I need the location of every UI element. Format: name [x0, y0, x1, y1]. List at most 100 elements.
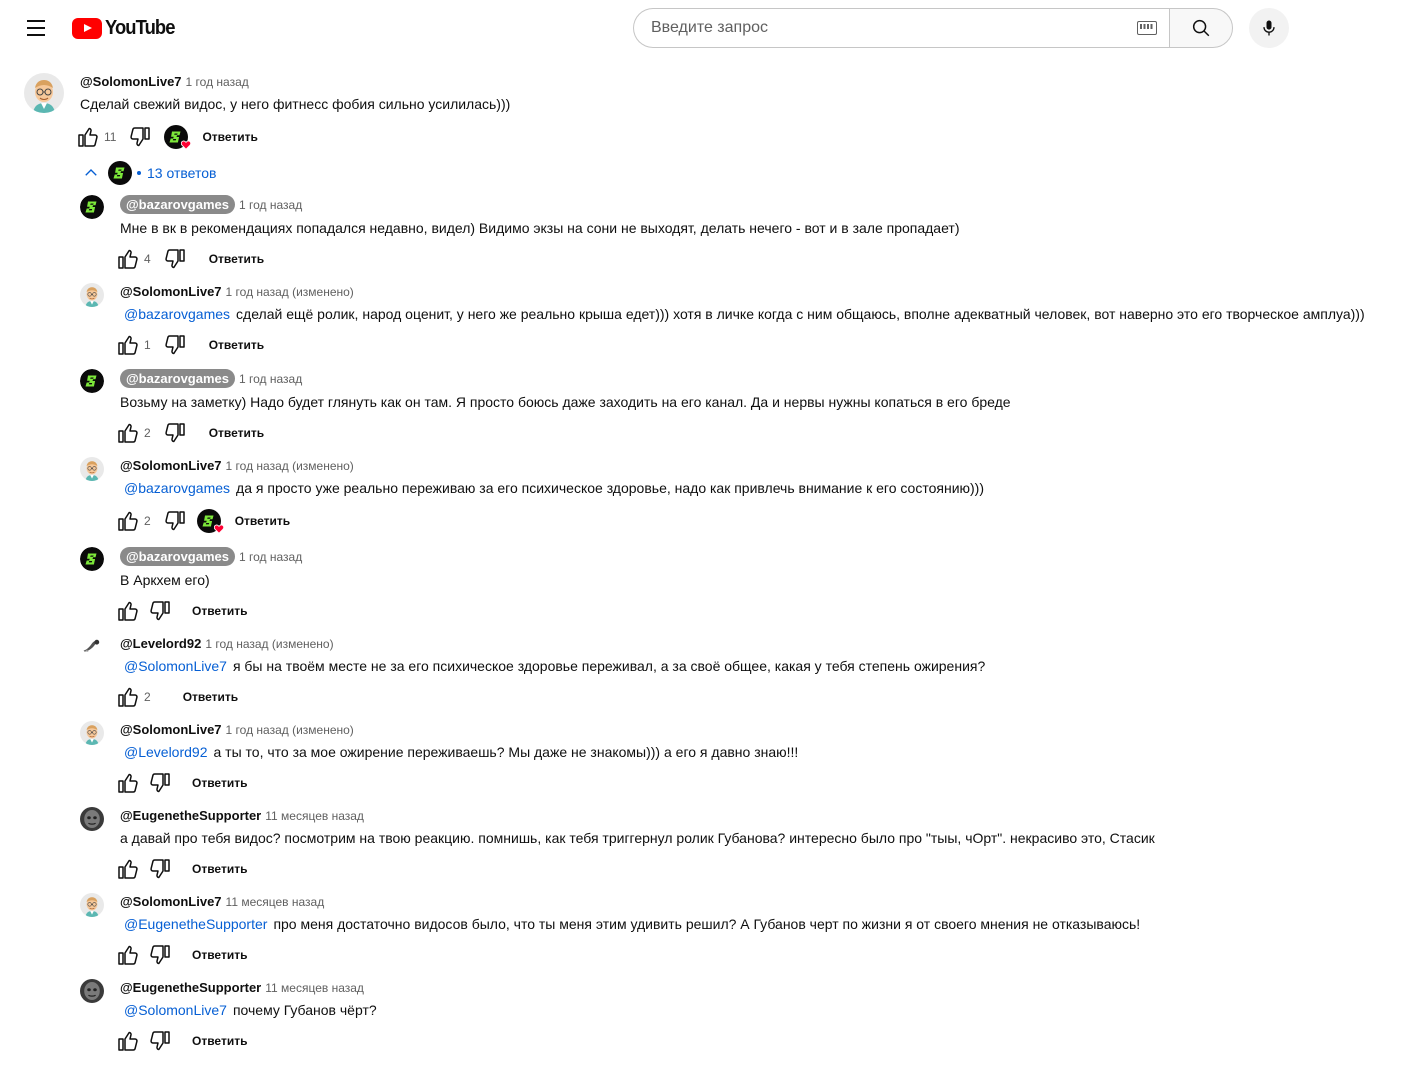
comment-time[interactable]: 1 год назад [239, 550, 302, 564]
avatar[interactable] [80, 457, 104, 481]
dislike-button[interactable] [163, 421, 187, 445]
author-name[interactable]: @SolomonLive7 [120, 458, 222, 473]
keyboard-icon[interactable] [1137, 21, 1157, 35]
reply-button[interactable]: Ответить [192, 1034, 247, 1048]
mention-link[interactable]: @SolomonLive7 [124, 658, 227, 674]
reply-button[interactable]: Ответить [235, 514, 290, 528]
author-name[interactable]: @bazarovgames [120, 547, 235, 566]
reply-button[interactable]: Ответить [192, 862, 247, 876]
comment-time[interactable]: 1 год назад (изменено) [226, 285, 354, 299]
search-field[interactable] [633, 8, 1169, 48]
comment-author[interactable]: @EugenetheSupporter 11 месяцев назад [120, 808, 364, 823]
reply-button[interactable]: Ответить [209, 338, 264, 352]
search-input[interactable] [651, 19, 1137, 37]
author-name[interactable]: @EugenetheSupporter [120, 808, 261, 823]
avatar[interactable] [80, 195, 104, 219]
reply-button[interactable]: Ответить [192, 604, 247, 618]
dislike-button[interactable] [148, 857, 172, 881]
replies-toggle[interactable]: 13 ответов [82, 160, 216, 186]
comment-time[interactable]: 11 месяцев назад [265, 809, 364, 823]
comment-time[interactable]: 1 год назад [239, 372, 302, 386]
avatar[interactable] [80, 283, 104, 307]
like-button[interactable] [76, 125, 100, 149]
comment-author[interactable]: @bazarovgames 1 год назад [120, 547, 302, 566]
avatar[interactable] [80, 369, 104, 393]
comment-time[interactable]: 1 год назад (изменено) [226, 459, 354, 473]
comment-author[interactable]: @SolomonLive7 11 месяцев назад [120, 894, 324, 909]
reply-button[interactable]: Ответить [183, 690, 238, 704]
avatar[interactable] [80, 547, 104, 571]
comment-author[interactable]: @EugenetheSupporter 11 месяцев назад [120, 980, 364, 995]
comment-author[interactable]: @SolomonLive7 1 год назад (изменено) [120, 722, 354, 737]
thumb-up-icon [116, 943, 140, 967]
menu-icon[interactable] [20, 12, 52, 44]
search-button[interactable] [1169, 8, 1233, 48]
comment-time[interactable]: 1 год назад [239, 198, 302, 212]
avatar[interactable] [80, 893, 104, 917]
thumb-up-icon [116, 599, 140, 623]
mention-link[interactable]: @Levelord92 [124, 744, 208, 760]
comment-time[interactable]: 1 год назад (изменено) [205, 637, 333, 651]
dislike-button[interactable] [163, 509, 187, 533]
comment-time[interactable]: 1 год назад [186, 75, 249, 89]
reply-button[interactable]: Ответить [202, 130, 257, 144]
dislike-button[interactable] [148, 943, 172, 967]
dislike-button[interactable] [163, 247, 187, 271]
author-name[interactable]: @bazarovgames [120, 195, 235, 214]
reply-button[interactable]: Ответить [192, 776, 247, 790]
comment-actions: 2 Ответить [116, 685, 238, 709]
like-button[interactable] [116, 857, 140, 881]
avatar[interactable] [24, 73, 64, 113]
dislike-button[interactable] [163, 333, 187, 357]
author-name[interactable]: @SolomonLive7 [120, 284, 222, 299]
reply-button[interactable]: Ответить [209, 426, 264, 440]
comment-actions: 2 Ответить [116, 509, 290, 533]
author-name[interactable]: @EugenetheSupporter [120, 980, 261, 995]
comment-author[interactable]: @SolomonLive7 1 год назад (изменено) [120, 284, 354, 299]
like-button[interactable] [116, 685, 140, 709]
dislike-button[interactable] [148, 599, 172, 623]
mention-link[interactable]: @bazarovgames [124, 480, 230, 496]
comment-author[interactable]: @bazarovgames 1 год назад [120, 369, 302, 388]
like-button[interactable] [116, 421, 140, 445]
thumb-up-icon [116, 421, 140, 445]
thumb-up-icon [116, 857, 140, 881]
dislike-button[interactable] [148, 771, 172, 795]
thumb-down-icon [148, 771, 172, 795]
voice-search-button[interactable] [1249, 8, 1289, 48]
reply-button[interactable]: Ответить [192, 948, 247, 962]
like-button[interactable] [116, 771, 140, 795]
dislike-button[interactable] [148, 1029, 172, 1053]
author-name[interactable]: @SolomonLive7 [120, 894, 222, 909]
comment-time[interactable]: 1 год назад (изменено) [226, 723, 354, 737]
author-name[interactable]: @Levelord92 [120, 636, 201, 651]
avatar[interactable] [80, 635, 104, 659]
comment-author[interactable]: @SolomonLive7 1 год назад [80, 74, 249, 89]
mention-link[interactable]: @EugenetheSupporter [124, 916, 267, 932]
like-button[interactable] [116, 509, 140, 533]
like-button[interactable] [116, 1029, 140, 1053]
youtube-logo[interactable]: YouTube [72, 17, 181, 39]
comment-actions: 4 Ответить [116, 247, 264, 271]
avatar[interactable] [80, 979, 104, 1003]
comment-author[interactable]: @bazarovgames 1 год назад [120, 195, 302, 214]
avatar[interactable] [80, 721, 104, 745]
author-name[interactable]: @bazarovgames [120, 369, 235, 388]
reply-button[interactable]: Ответить [209, 252, 264, 266]
like-button[interactable] [116, 247, 140, 271]
like-button[interactable] [116, 599, 140, 623]
mention-link[interactable]: @SolomonLive7 [124, 1002, 227, 1018]
comment-body: сделай ещё ролик, народ оценит, у него ж… [236, 306, 1365, 322]
like-button[interactable] [116, 333, 140, 357]
dislike-button[interactable] [128, 125, 152, 149]
comment-author[interactable]: @SolomonLive7 1 год назад (изменено) [120, 458, 354, 473]
comment-time[interactable]: 11 месяцев назад [265, 981, 364, 995]
avatar[interactable] [80, 807, 104, 831]
mention-link[interactable]: @bazarovgames [124, 306, 230, 322]
like-button[interactable] [116, 943, 140, 967]
author-name[interactable]: @SolomonLive7 [80, 74, 182, 89]
author-name[interactable]: @SolomonLive7 [120, 722, 222, 737]
comment-author[interactable]: @Levelord92 1 год назад (изменено) [120, 636, 334, 651]
comment-body: про меня достаточно видосов было, что ты… [273, 916, 1141, 932]
comment-time[interactable]: 11 месяцев назад [226, 895, 325, 909]
